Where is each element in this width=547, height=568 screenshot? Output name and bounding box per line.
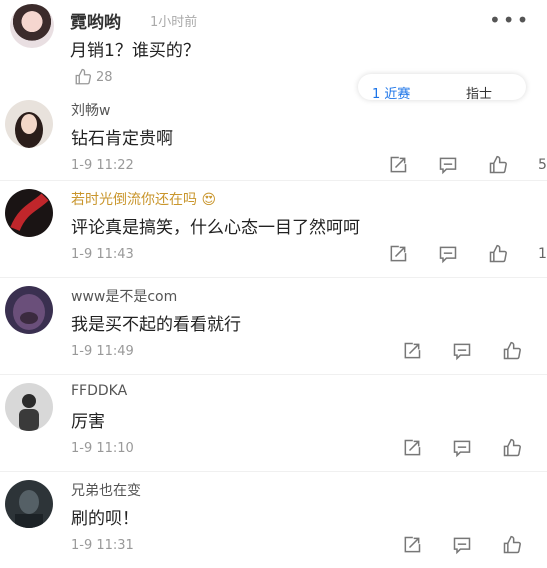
reply-author[interactable]: www是不是com <box>71 286 177 306</box>
comment-text: 月销1？谁买的？ <box>70 41 200 61</box>
thumbs-up-icon <box>74 68 92 86</box>
thumbs-up-icon[interactable] <box>502 341 522 361</box>
reply-author[interactable]: 刘畅w <box>71 100 110 120</box>
reply-list: 刘畅w 钻石肯定贵啊 1-9 11:22 5 若时光倒流你还在吗 😍 评论真是搞… <box>0 92 547 568</box>
reply-date: 1-9 11:10 <box>71 441 134 456</box>
share-icon[interactable] <box>402 341 422 361</box>
reply-author[interactable]: FFDDKA <box>71 383 127 399</box>
top-comment: 霓哟哟 1小时前 ••• 月销1？谁买的？ 28 1 近赛 指士 <box>0 0 547 100</box>
avatar[interactable] <box>10 4 54 48</box>
thumbs-up-icon[interactable] <box>488 155 508 175</box>
reply-text: 厉害 <box>71 412 105 432</box>
reply-actions: 5 <box>388 155 547 175</box>
avatar[interactable] <box>5 189 53 237</box>
reply-actions <box>402 535 528 555</box>
share-icon[interactable] <box>402 438 422 458</box>
reply-author[interactable]: 兄弟也在变 <box>71 480 141 500</box>
avatar[interactable] <box>5 100 53 148</box>
reply-actions <box>402 438 528 458</box>
list-item: 兄弟也在变 刷的呗！ 1-9 11:31 <box>0 471 547 568</box>
heart-eyes-emoji-icon: 😍 <box>201 192 217 208</box>
reply-date: 1-9 11:31 <box>71 538 134 553</box>
reply-actions: 1 <box>388 244 547 264</box>
reply-date: 1-9 11:49 <box>71 344 134 359</box>
reply-icon[interactable] <box>438 244 458 264</box>
more-icon[interactable]: ••• <box>489 8 530 32</box>
like-count: 1 <box>538 246 547 262</box>
list-item: 若时光倒流你还在吗 😍 评论真是搞笑，什么心态一目了然呵呵 1-9 11:43 … <box>0 180 547 277</box>
reply-icon[interactable] <box>438 155 458 175</box>
like-count: 28 <box>96 69 113 85</box>
reply-date: 1-9 11:43 <box>71 247 134 262</box>
list-item: FFDDKA 厉害 1-9 11:10 <box>0 374 547 471</box>
reply-text: 刷的呗！ <box>71 509 139 529</box>
thumbs-up-icon[interactable] <box>502 535 522 555</box>
comment-time: 1小时前 <box>150 15 198 30</box>
reply-actions <box>402 341 528 361</box>
like-count: 5 <box>538 157 547 173</box>
avatar[interactable] <box>5 383 53 431</box>
reply-icon[interactable] <box>452 341 472 361</box>
reply-text: 我是买不起的看看就行 <box>71 315 241 335</box>
list-item: 刘畅w 钻石肯定贵啊 1-9 11:22 5 <box>0 92 547 180</box>
thumbs-up-icon[interactable] <box>502 438 522 458</box>
share-icon[interactable] <box>388 244 408 264</box>
list-item: www是不是com 我是买不起的看看就行 1-9 11:49 <box>0 277 547 374</box>
thumbs-up-icon[interactable] <box>488 244 508 264</box>
share-icon[interactable] <box>402 535 422 555</box>
like-button[interactable]: 28 <box>74 68 113 86</box>
avatar[interactable] <box>5 480 53 528</box>
reply-text: 钻石肯定贵啊 <box>71 129 173 149</box>
reply-author[interactable]: 若时光倒流你还在吗 😍 <box>71 189 216 209</box>
share-icon[interactable] <box>388 155 408 175</box>
reply-icon[interactable] <box>452 535 472 555</box>
reply-date: 1-9 11:22 <box>71 158 134 173</box>
reply-text: 评论真是搞笑，什么心态一目了然呵呵 <box>71 218 360 238</box>
comment-author[interactable]: 霓哟哟 <box>70 8 121 33</box>
reply-icon[interactable] <box>452 438 472 458</box>
avatar[interactable] <box>5 286 53 334</box>
